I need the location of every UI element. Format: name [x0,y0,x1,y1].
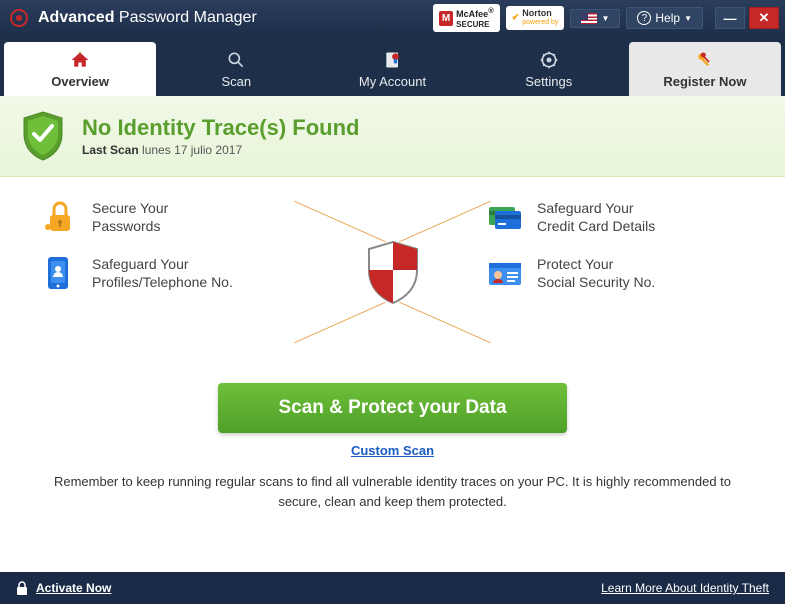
tab-scan[interactable]: Scan [160,42,312,96]
footer-bar: Activate Now Learn More About Identity T… [0,572,785,604]
cta-area: Scan & Protect your Data Custom Scan Rem… [0,377,785,529]
mcafee-badge: M McAfee®SECURE [433,4,500,33]
learn-more-link[interactable]: Learn More About Identity Theft [601,581,769,595]
connector-line [399,302,491,344]
flag-us-icon [581,13,597,24]
reminder-text: Remember to keep running regular scans t… [40,472,745,511]
close-button[interactable]: ✕ [749,7,779,29]
key-icon [695,50,715,70]
scan-protect-button[interactable]: Scan & Protect your Data [218,383,566,433]
feature-label: Secure Your Passwords [92,199,168,235]
tab-register-now[interactable]: Register Now [629,42,781,96]
content-area: No Identity Trace(s) Found Last Scan lun… [0,96,785,572]
language-selector[interactable]: ▼ [570,9,620,28]
feature-ssn: Protect Your Social Security No. [485,253,745,293]
help-icon: ? [637,11,651,25]
account-icon [383,50,403,70]
features-grid: Secure Your Passwords Safeguard Your Cre… [0,177,785,377]
feature-label: Protect Your Social Security No. [537,255,655,291]
custom-scan-link[interactable]: Custom Scan [40,443,745,458]
tab-label: My Account [359,74,426,89]
help-menu[interactable]: ? Help ▼ [626,7,703,29]
center-shield-icon [363,240,423,306]
tab-label: Register Now [663,74,746,89]
feature-label: Safeguard Your Profiles/Telephone No. [92,255,233,291]
lock-icon [16,581,28,595]
status-heading: No Identity Trace(s) Found [82,115,359,141]
minimize-button[interactable]: — [715,7,745,29]
app-logo-icon [10,9,28,27]
tab-label: Overview [51,74,109,89]
id-card-icon [485,253,525,293]
feature-credit-cards: Safeguard Your Credit Card Details [485,197,745,237]
main-tabs: Overview Scan My Account Settings Regist… [0,36,785,96]
shield-check-icon [20,110,66,162]
gear-icon [539,50,559,70]
last-scan-text: Last Scan lunes 17 julio 2017 [82,143,359,157]
feature-profiles: Safeguard Your Profiles/Telephone No. [40,253,300,293]
activate-now-link[interactable]: Activate Now [36,581,111,595]
phone-contact-icon [40,253,80,293]
home-icon [70,50,90,70]
tab-label: Settings [525,74,572,89]
feature-passwords: Secure Your Passwords [40,197,300,237]
tab-my-account[interactable]: My Account [316,42,468,96]
tab-overview[interactable]: Overview [4,42,156,96]
search-icon [226,50,246,70]
connector-line [294,302,386,344]
app-title: Advanced Password Manager [38,9,257,27]
credit-card-icon [485,197,525,237]
tab-settings[interactable]: Settings [473,42,625,96]
norton-badge: ✔ Nortonpowered by [506,6,565,30]
chevron-down-icon: ▼ [601,14,609,23]
title-bar: Advanced Password Manager M McAfee®SECUR… [0,0,785,36]
lock-icon [40,197,80,237]
status-banner: No Identity Trace(s) Found Last Scan lun… [0,96,785,177]
feature-label: Safeguard Your Credit Card Details [537,199,655,235]
tab-label: Scan [221,74,251,89]
chevron-down-icon: ▼ [684,14,692,23]
